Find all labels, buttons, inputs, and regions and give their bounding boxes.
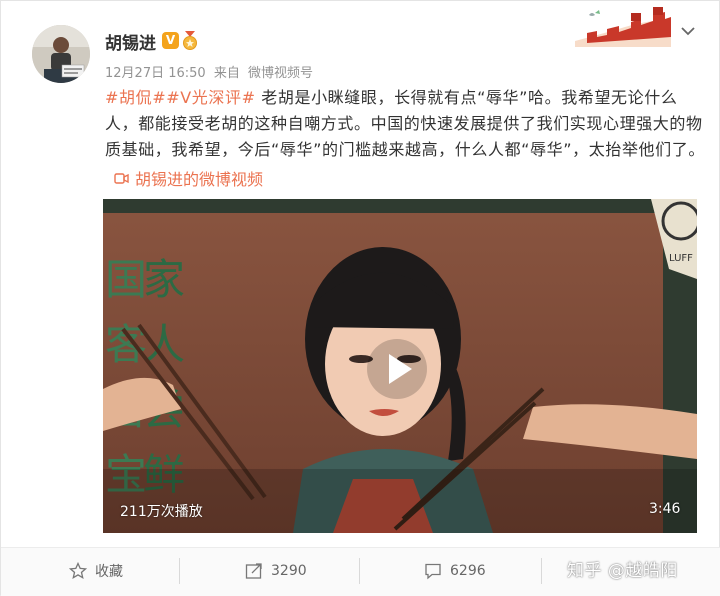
comment-count: 6296: [450, 562, 486, 579]
video-duration: 3:46: [649, 501, 681, 517]
play-count: 211万次播放: [120, 504, 203, 520]
video-camera-icon: [114, 172, 129, 184]
corner-label: LUFF: [669, 253, 693, 264]
avatar[interactable]: [32, 25, 90, 83]
watermark: 知乎 @越皓阳: [567, 561, 678, 581]
play-icon[interactable]: [366, 338, 428, 400]
repost-icon: [245, 562, 262, 579]
sign-char: 国: [105, 255, 147, 304]
favorite-label: 收藏: [95, 563, 123, 580]
post-timestamp[interactable]: 12月27日 16:50: [105, 66, 206, 81]
post-body: #胡侃##V光深评# 老胡是小眯缝眼，长得就有点“辱华”哈。我希望无论什么人，都…: [105, 85, 705, 163]
favorite-button[interactable]: 收藏: [69, 548, 123, 593]
divider: [359, 558, 360, 584]
comment-icon: [425, 563, 441, 579]
source-prefix: 来自: [213, 66, 240, 81]
post-meta: 12月27日 16:50 来自 微博视频号: [105, 62, 317, 81]
weibo-post-card: 胡锡进 V 12月27日 16:50 来自 微博视频号 #胡侃##V光深评# 老…: [0, 0, 720, 596]
post-source[interactable]: 微博视频号: [248, 66, 313, 81]
author-name[interactable]: 胡锡进: [105, 29, 156, 54]
star-icon: [69, 561, 87, 579]
repost-button[interactable]: 3290: [245, 548, 307, 593]
repost-count: 3290: [271, 562, 307, 579]
topic-link[interactable]: #胡侃#: [105, 88, 166, 107]
comment-button[interactable]: 6296: [424, 548, 486, 593]
video-link-label[interactable]: 胡锡进的微博视频: [135, 166, 263, 190]
medal-icon: [183, 31, 197, 50]
chevron-down-icon[interactable]: [680, 23, 696, 39]
divider: [179, 558, 180, 584]
divider: [541, 558, 542, 584]
great-wall-icon: [575, 7, 671, 47]
verified-v-icon: V: [162, 32, 179, 49]
sign-char: 家: [143, 255, 185, 304]
video-source-link[interactable]: 胡锡进的微博视频: [114, 166, 263, 190]
topic-link[interactable]: #V光深评#: [166, 88, 255, 107]
